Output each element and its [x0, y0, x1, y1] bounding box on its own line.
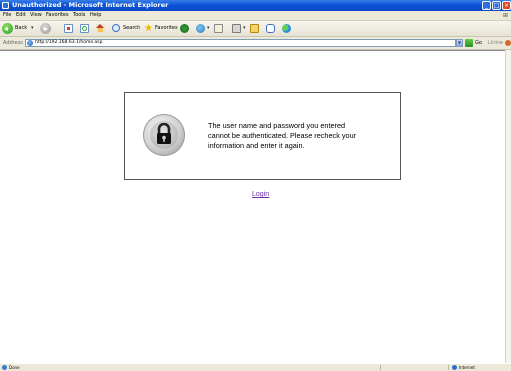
vertical-scrollbar[interactable] [505, 50, 511, 363]
favorites-button-label[interactable]: Favorites [155, 24, 178, 33]
windows-logo-icon: ⊞ [502, 12, 509, 19]
status-divider [380, 365, 381, 370]
links-chevron-icon[interactable]: » [500, 37, 503, 49]
print-icon[interactable] [232, 24, 241, 33]
address-label: Address [3, 40, 23, 46]
login-link[interactable]: Login [252, 190, 269, 199]
menu-edit[interactable]: Edit [16, 11, 26, 20]
ie-app-icon[interactable] [2, 2, 9, 9]
search-button-label[interactable]: Search [123, 24, 140, 33]
back-dropdown[interactable]: ▾ [31, 24, 34, 33]
browser-window: Unauthorized - Microsoft Internet Explor… [0, 0, 511, 371]
minimize-button[interactable]: _ [482, 1, 491, 10]
page-globe-icon [27, 40, 33, 46]
auth-error-message: The user name and password you entered c… [208, 121, 357, 150]
discuss-icon[interactable] [266, 24, 275, 33]
close-button[interactable]: × [502, 1, 511, 10]
menu-favorites[interactable]: Favorites [46, 11, 69, 20]
address-dropdown-icon[interactable]: ▼ [456, 39, 463, 47]
home-icon[interactable] [96, 24, 105, 33]
messenger-icon[interactable] [282, 24, 291, 33]
page-content: The user name and password you entered c… [0, 50, 505, 363]
stop-icon[interactable] [64, 24, 73, 33]
status-divider [448, 365, 449, 370]
back-icon[interactable] [2, 23, 13, 34]
standard-toolbar: Back ▾ Search ★ Favorites ▾ ▾ [0, 21, 511, 37]
media-icon[interactable] [180, 24, 189, 33]
mail-icon[interactable] [214, 24, 223, 33]
print-dropdown[interactable]: ▾ [243, 24, 246, 33]
links-button[interactable]: Links [488, 37, 501, 49]
unauthorized-message-box: The user name and password you entered c… [124, 92, 401, 180]
window-title: Unauthorized - Microsoft Internet Explor… [12, 1, 169, 9]
forward-icon[interactable] [40, 23, 51, 34]
padlock-glyph [157, 123, 171, 144]
internet-zone-icon [452, 365, 457, 370]
menu-tools[interactable]: Tools [73, 11, 85, 20]
history-dropdown[interactable]: ▾ [207, 24, 210, 33]
links-ie-icon[interactable] [505, 40, 511, 46]
search-icon[interactable] [112, 24, 120, 32]
menu-help[interactable]: Help [90, 11, 101, 20]
address-input[interactable]: http://192.168.63.1/home.asp [25, 39, 456, 47]
go-arrow-icon[interactable] [465, 39, 473, 47]
menu-view[interactable]: View [30, 11, 42, 20]
menu-bar: File Edit View Favorites Tools Help ⊞ [0, 11, 511, 21]
menu-file[interactable]: File [3, 11, 11, 20]
title-bar[interactable]: Unauthorized - Microsoft Internet Explor… [0, 0, 511, 11]
address-url[interactable]: http://192.168.63.1/home.asp [35, 40, 103, 46]
back-button-label[interactable]: Back [15, 24, 27, 33]
history-icon[interactable] [196, 24, 205, 33]
go-button[interactable]: Go [465, 38, 484, 48]
status-page-icon [2, 365, 7, 370]
address-bar: Address http://192.168.63.1/home.asp ▼ G… [0, 37, 511, 50]
refresh-icon[interactable] [80, 24, 89, 33]
padlock-icon [143, 114, 185, 156]
go-label[interactable]: Go [475, 38, 482, 48]
edit-icon[interactable] [250, 24, 259, 33]
maximize-button[interactable]: □ [492, 1, 501, 10]
favorites-star-icon[interactable]: ★ [144, 24, 153, 34]
